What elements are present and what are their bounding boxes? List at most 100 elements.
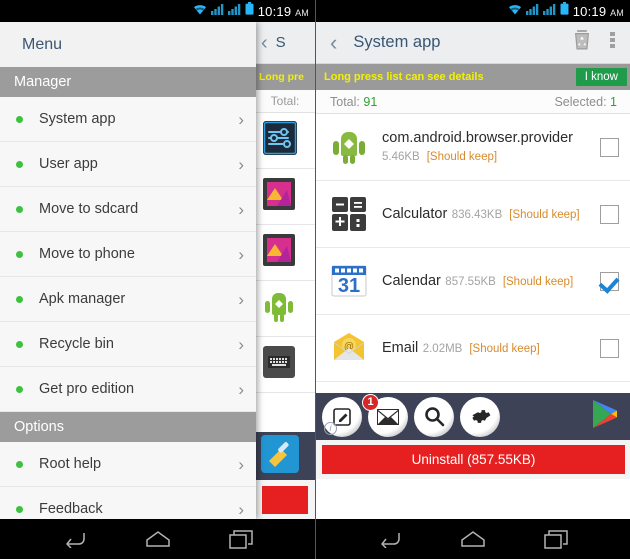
app-info: com.android.browser.provider 5.46KB [Shou… bbox=[382, 129, 600, 165]
menu-item-label: Move to phone bbox=[39, 246, 135, 262]
cleaner-app-icon bbox=[261, 434, 299, 478]
bullet-icon bbox=[16, 505, 23, 513]
menu-item-label: Recycle bin bbox=[39, 336, 114, 352]
menu-item-label: Feedback bbox=[39, 501, 103, 517]
android-robot-icon bbox=[330, 128, 368, 166]
sidebar-item-system-app[interactable]: System app › bbox=[0, 97, 256, 142]
back-icon[interactable] bbox=[63, 530, 87, 548]
signal-icon bbox=[542, 2, 556, 20]
overflow-menu-icon[interactable] bbox=[604, 30, 621, 55]
status-bar-left: 10:19 AM bbox=[0, 0, 315, 22]
settings-icon[interactable] bbox=[460, 396, 500, 437]
search-icon[interactable] bbox=[414, 396, 454, 437]
svg-text:31: 31 bbox=[338, 275, 360, 297]
row-checkbox[interactable] bbox=[600, 137, 619, 157]
chevron-right-icon: › bbox=[238, 454, 244, 474]
home-icon[interactable] bbox=[145, 530, 171, 548]
menu-item-label: Get pro edition bbox=[39, 381, 135, 397]
list-item[interactable] bbox=[255, 169, 315, 225]
sidebar-item-get-pro-edition[interactable]: Get pro edition › bbox=[0, 367, 256, 412]
uninstall-button[interactable]: Uninstall (857.55KB) bbox=[322, 445, 625, 474]
table-row[interactable]: com.android.browser.provider 5.46KB [Shou… bbox=[316, 114, 630, 181]
chevron-right-icon: › bbox=[238, 334, 244, 354]
underlying-app-sliver[interactable]: ‹ S Long pre Total: bbox=[255, 22, 315, 519]
chevron-right-icon: › bbox=[238, 244, 244, 264]
app-name: Calculator bbox=[382, 206, 448, 222]
left-phone-body: ‹ S Long pre Total: Menu Manager System … bbox=[0, 22, 315, 519]
chevron-right-icon: › bbox=[238, 199, 244, 219]
keep-note: [Should keep] bbox=[469, 343, 540, 355]
table-row[interactable]: @ Exchange Services 1.08MB bbox=[316, 382, 630, 393]
back-chevron-icon[interactable]: ‹ bbox=[326, 31, 341, 54]
signal-icon bbox=[227, 2, 241, 20]
play-store-icon[interactable] bbox=[591, 399, 619, 434]
table-row[interactable]: Calculator 836.43KB [Should keep] bbox=[316, 181, 630, 248]
row-checkbox[interactable] bbox=[600, 204, 619, 224]
app-info: Email 2.02MB [Should keep] bbox=[382, 339, 600, 357]
recents-icon[interactable] bbox=[228, 529, 253, 549]
sidebar-item-user-app[interactable]: User app › bbox=[0, 142, 256, 187]
keep-note: [Should keep] bbox=[502, 276, 574, 288]
app-info: Calculator 836.43KB [Should keep] bbox=[382, 205, 600, 223]
sidebar-item-recycle-bin[interactable]: Recycle bin › bbox=[0, 322, 256, 367]
floating-dock[interactable]: i 1 bbox=[316, 393, 630, 440]
sidebar-item-feedback[interactable]: Feedback › bbox=[0, 487, 256, 519]
table-row[interactable]: @ Email 2.02MB [Should keep] bbox=[316, 315, 630, 382]
keep-note: [Should keep] bbox=[426, 151, 498, 163]
counts-bar: Total: 91 Selected: 1 bbox=[316, 90, 630, 114]
compose-icon[interactable]: i bbox=[322, 396, 362, 437]
action-bar: ‹ System app bbox=[316, 22, 630, 64]
right-phone-body: ‹ System app Long press list can see det… bbox=[316, 22, 630, 519]
chevron-right-icon: › bbox=[238, 379, 244, 399]
selected-count: Selected: 1 bbox=[554, 94, 617, 109]
bullet-icon bbox=[16, 460, 23, 468]
drawer-title: Menu bbox=[0, 22, 256, 67]
list-item[interactable] bbox=[255, 281, 315, 337]
underlying-dock[interactable] bbox=[255, 432, 315, 480]
menu-item-label: System app bbox=[39, 111, 116, 127]
menu-item-label: Move to sdcard bbox=[39, 201, 139, 217]
chevron-right-icon: › bbox=[238, 154, 244, 174]
back-icon[interactable] bbox=[378, 530, 402, 548]
bullet-icon bbox=[16, 340, 23, 348]
tip-bar: Long press list can see details I know bbox=[316, 64, 630, 90]
keyboard-icon bbox=[263, 346, 295, 383]
gallery-icon bbox=[263, 178, 295, 215]
sidebar-item-move-to-sdcard[interactable]: Move to sdcard › bbox=[0, 187, 256, 232]
list-item[interactable] bbox=[255, 225, 315, 281]
menu-item-label: Apk manager bbox=[39, 291, 126, 307]
app-info: Calendar 857.55KB [Should keep] bbox=[382, 272, 600, 290]
row-checkbox[interactable] bbox=[600, 338, 619, 358]
calculator-icon bbox=[330, 195, 368, 233]
sidebar-item-apk-manager[interactable]: Apk manager › bbox=[0, 277, 256, 322]
signal-icon bbox=[210, 2, 224, 20]
home-icon[interactable] bbox=[460, 530, 486, 548]
i-know-button[interactable]: I know bbox=[575, 68, 627, 86]
row-checkbox[interactable] bbox=[600, 271, 619, 291]
list-item[interactable] bbox=[255, 337, 315, 393]
chevron-right-icon: › bbox=[238, 499, 244, 519]
app-list[interactable]: com.android.browser.provider 5.46KB [Shou… bbox=[316, 114, 630, 393]
menu-group-header-options: Options bbox=[0, 412, 256, 442]
unread-badge: 1 bbox=[362, 393, 379, 411]
sidebar-item-move-to-phone[interactable]: Move to phone › bbox=[0, 232, 256, 277]
left-phone-screen: 10:19 AM ‹ S Long pre Total: Menu Manage… bbox=[0, 0, 315, 559]
total-count: Total: 91 bbox=[330, 94, 378, 109]
table-row[interactable]: 31 Calendar 857.55KB [Should keep] bbox=[316, 248, 630, 315]
sidebar-item-root-help[interactable]: Root help › bbox=[0, 442, 256, 487]
underlying-uninstall-bar[interactable] bbox=[255, 480, 315, 519]
wifi-icon bbox=[508, 2, 522, 20]
recents-icon[interactable] bbox=[544, 529, 568, 549]
info-icon: i bbox=[324, 421, 337, 435]
mail-icon[interactable]: 1 bbox=[362, 393, 408, 437]
bullet-icon bbox=[16, 115, 23, 123]
chevron-right-icon: › bbox=[238, 109, 244, 129]
navigation-drawer: Menu Manager System app › User app › Mov… bbox=[0, 22, 256, 519]
app-subtitle: 5.46KB [Should keep] bbox=[382, 151, 498, 163]
right-phone-screen: 10:19 AM ‹ System app Long press list ca… bbox=[315, 0, 630, 559]
list-item[interactable] bbox=[255, 113, 315, 169]
back-chevron-icon: ‹ bbox=[261, 31, 268, 54]
android-nav-bar-right bbox=[316, 519, 630, 559]
app-subtitle: 836.43KB [Should keep] bbox=[451, 209, 580, 221]
recycle-bin-icon[interactable] bbox=[572, 29, 592, 56]
